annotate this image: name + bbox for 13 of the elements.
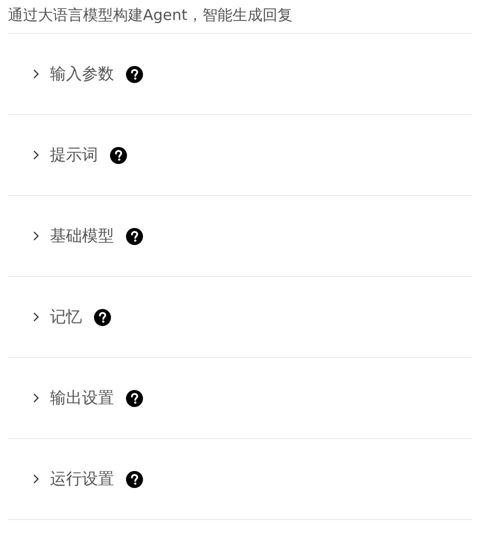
section-header[interactable]: 记忆 xyxy=(30,306,82,328)
help-icon[interactable] xyxy=(126,390,143,406)
description-text: 通过大语言模型构建Agent，智能生成回复 xyxy=(8,0,472,34)
section-header[interactable]: 运行设置 xyxy=(30,468,114,490)
section-header[interactable]: 输入参数 xyxy=(30,64,114,84)
help-icon[interactable] xyxy=(110,146,127,164)
section-header[interactable]: 提示词 xyxy=(30,144,98,166)
section-header[interactable]: 输出设置 xyxy=(30,388,114,408)
section-header[interactable]: 基础模型 xyxy=(30,226,114,246)
help-icon[interactable] xyxy=(126,66,143,82)
help-icon[interactable] xyxy=(126,470,143,488)
help-icon[interactable] xyxy=(126,228,143,244)
help-icon[interactable] xyxy=(94,308,111,326)
